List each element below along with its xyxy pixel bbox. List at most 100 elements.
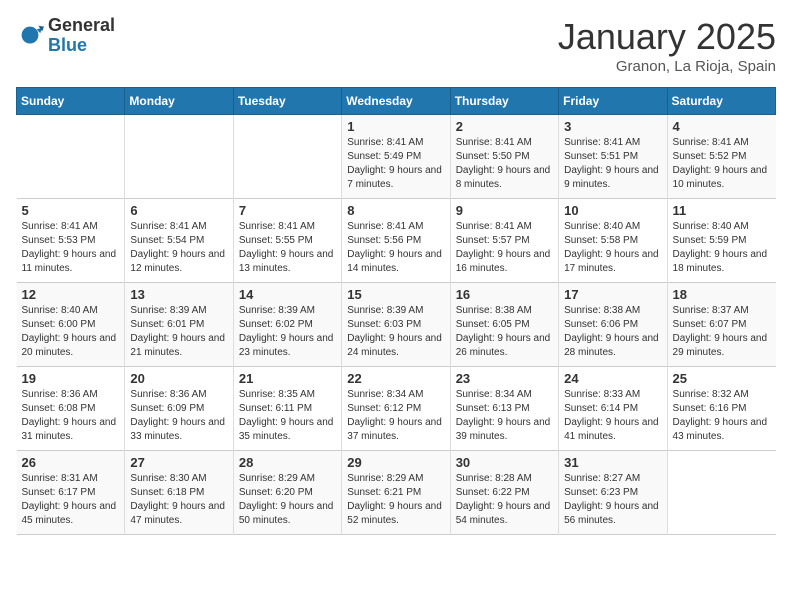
day-number: 4 (673, 119, 771, 134)
day-detail: Sunrise: 8:41 AM Sunset: 5:56 PM Dayligh… (347, 220, 444, 276)
calendar-cell: 24 Sunrise: 8:33 AM Sunset: 6:14 PM Dayli… (559, 367, 667, 451)
day-number: 15 (347, 287, 444, 302)
calendar-cell: 12 Sunrise: 8:40 AM Sunset: 6:00 PM Dayli… (17, 283, 125, 367)
day-detail: Sunrise: 8:41 AM Sunset: 5:50 PM Dayligh… (456, 136, 553, 192)
day-detail: Sunrise: 8:41 AM Sunset: 5:54 PM Dayligh… (130, 220, 227, 276)
day-detail: Sunrise: 8:37 AM Sunset: 6:07 PM Dayligh… (673, 304, 771, 360)
calendar-week-row: 19Sunrise: 8:36 AM Sunset: 6:08 PM Dayli… (17, 367, 776, 451)
day-detail: Sunrise: 8:33 AM Sunset: 6:14 PM Dayligh… (564, 388, 661, 444)
day-detail: Sunrise: 8:41 AM Sunset: 5:49 PM Dayligh… (347, 136, 444, 192)
calendar-cell: 19Sunrise: 8:36 AM Sunset: 6:08 PM Dayli… (17, 367, 125, 451)
calendar-cell: 13Sunrise: 8:39 AM Sunset: 6:01 PM Dayli… (125, 283, 233, 367)
calendar-cell: 26 Sunrise: 8:31 AM Sunset: 6:17 PM Dayli… (17, 451, 125, 535)
logo: General Blue (16, 16, 115, 56)
calendar-cell: 23 Sunrise: 8:34 AM Sunset: 6:13 PM Dayli… (450, 367, 558, 451)
day-detail: Sunrise: 8:40 AM Sunset: 5:59 PM Dayligh… (673, 220, 771, 276)
calendar-cell: 2 Sunrise: 8:41 AM Sunset: 5:50 PM Daylig… (450, 115, 558, 199)
calendar-week-row: 1 Sunrise: 8:41 AM Sunset: 5:49 PM Daylig… (17, 115, 776, 199)
day-number: 23 (456, 371, 553, 386)
day-number: 2 (456, 119, 553, 134)
calendar-cell: 17Sunrise: 8:38 AM Sunset: 6:06 PM Dayli… (559, 283, 667, 367)
day-number: 3 (564, 119, 661, 134)
day-detail: Sunrise: 8:41 AM Sunset: 5:52 PM Dayligh… (673, 136, 771, 192)
day-number: 9 (456, 203, 553, 218)
weekday-header: Wednesday (342, 88, 450, 115)
day-number: 22 (347, 371, 444, 386)
day-number: 6 (130, 203, 227, 218)
calendar-body: 1 Sunrise: 8:41 AM Sunset: 5:49 PM Daylig… (17, 115, 776, 535)
calendar-cell: 3 Sunrise: 8:41 AM Sunset: 5:51 PM Daylig… (559, 115, 667, 199)
day-number: 27 (130, 455, 227, 470)
day-number: 26 (22, 455, 120, 470)
calendar-cell: 29 Sunrise: 8:29 AM Sunset: 6:21 PM Dayli… (342, 451, 450, 535)
day-detail: Sunrise: 8:32 AM Sunset: 6:16 PM Dayligh… (673, 388, 771, 444)
calendar-cell: 8Sunrise: 8:41 AM Sunset: 5:56 PM Daylig… (342, 199, 450, 283)
day-detail: Sunrise: 8:36 AM Sunset: 6:09 PM Dayligh… (130, 388, 227, 444)
day-number: 5 (22, 203, 120, 218)
page-header: General Blue January 2025 Granon, La Rio… (16, 16, 776, 75)
day-detail: Sunrise: 8:35 AM Sunset: 6:11 PM Dayligh… (239, 388, 336, 444)
calendar-cell: 9 Sunrise: 8:41 AM Sunset: 5:57 PM Daylig… (450, 199, 558, 283)
logo-icon (16, 22, 44, 50)
day-number: 1 (347, 119, 444, 134)
day-number: 14 (239, 287, 336, 302)
day-detail: Sunrise: 8:41 AM Sunset: 5:53 PM Dayligh… (22, 220, 120, 276)
calendar-week-row: 5 Sunrise: 8:41 AM Sunset: 5:53 PM Daylig… (17, 199, 776, 283)
day-detail: Sunrise: 8:41 AM Sunset: 5:55 PM Dayligh… (239, 220, 336, 276)
day-detail: Sunrise: 8:31 AM Sunset: 6:17 PM Dayligh… (22, 472, 120, 528)
calendar-cell: 31 Sunrise: 8:27 AM Sunset: 6:23 PM Dayli… (559, 451, 667, 535)
day-detail: Sunrise: 8:40 AM Sunset: 6:00 PM Dayligh… (22, 304, 120, 360)
calendar-cell: 27 Sunrise: 8:30 AM Sunset: 6:18 PM Dayli… (125, 451, 233, 535)
day-number: 31 (564, 455, 661, 470)
title-block: January 2025 Granon, La Rioja, Spain (558, 16, 776, 75)
calendar-week-row: 26 Sunrise: 8:31 AM Sunset: 6:17 PM Dayli… (17, 451, 776, 535)
day-number: 29 (347, 455, 444, 470)
day-detail: Sunrise: 8:39 AM Sunset: 6:02 PM Dayligh… (239, 304, 336, 360)
day-number: 19 (22, 371, 120, 386)
day-detail: Sunrise: 8:39 AM Sunset: 6:03 PM Dayligh… (347, 304, 444, 360)
calendar-cell: 6 Sunrise: 8:41 AM Sunset: 5:54 PM Daylig… (125, 199, 233, 283)
weekday-header: Sunday (17, 88, 125, 115)
day-detail: Sunrise: 8:39 AM Sunset: 6:01 PM Dayligh… (130, 304, 227, 360)
day-detail: Sunrise: 8:38 AM Sunset: 6:06 PM Dayligh… (564, 304, 661, 360)
weekday-row: SundayMondayTuesdayWednesdayThursdayFrid… (17, 88, 776, 115)
calendar-cell: 28Sunrise: 8:29 AM Sunset: 6:20 PM Dayli… (233, 451, 341, 535)
day-detail: Sunrise: 8:34 AM Sunset: 6:12 PM Dayligh… (347, 388, 444, 444)
weekday-header: Tuesday (233, 88, 341, 115)
day-detail: Sunrise: 8:38 AM Sunset: 6:05 PM Dayligh… (456, 304, 553, 360)
calendar-cell: 21 Sunrise: 8:35 AM Sunset: 6:11 PM Dayli… (233, 367, 341, 451)
day-detail: Sunrise: 8:29 AM Sunset: 6:21 PM Dayligh… (347, 472, 444, 528)
day-number: 21 (239, 371, 336, 386)
calendar-cell: 20Sunrise: 8:36 AM Sunset: 6:09 PM Dayli… (125, 367, 233, 451)
day-detail: Sunrise: 8:29 AM Sunset: 6:20 PM Dayligh… (239, 472, 336, 528)
calendar-cell: 5 Sunrise: 8:41 AM Sunset: 5:53 PM Daylig… (17, 199, 125, 283)
calendar-cell: 18Sunrise: 8:37 AM Sunset: 6:07 PM Dayli… (667, 283, 775, 367)
day-number: 16 (456, 287, 553, 302)
location-text: Granon, La Rioja, Spain (558, 58, 776, 75)
day-detail: Sunrise: 8:41 AM Sunset: 5:57 PM Dayligh… (456, 220, 553, 276)
day-detail: Sunrise: 8:34 AM Sunset: 6:13 PM Dayligh… (456, 388, 553, 444)
day-number: 30 (456, 455, 553, 470)
calendar-cell: 1 Sunrise: 8:41 AM Sunset: 5:49 PM Daylig… (342, 115, 450, 199)
calendar-cell (17, 115, 125, 199)
day-number: 7 (239, 203, 336, 218)
weekday-header: Thursday (450, 88, 558, 115)
calendar-cell: 7 Sunrise: 8:41 AM Sunset: 5:55 PM Daylig… (233, 199, 341, 283)
calendar-cell (125, 115, 233, 199)
calendar-header: SundayMondayTuesdayWednesdayThursdayFrid… (17, 88, 776, 115)
day-number: 12 (22, 287, 120, 302)
calendar-cell (233, 115, 341, 199)
day-number: 10 (564, 203, 661, 218)
day-number: 11 (673, 203, 771, 218)
day-number: 25 (673, 371, 771, 386)
day-detail: Sunrise: 8:27 AM Sunset: 6:23 PM Dayligh… (564, 472, 661, 528)
calendar-cell: 14 Sunrise: 8:39 AM Sunset: 6:02 PM Dayli… (233, 283, 341, 367)
day-detail: Sunrise: 8:30 AM Sunset: 6:18 PM Dayligh… (130, 472, 227, 528)
calendar-cell (667, 451, 775, 535)
day-detail: Sunrise: 8:41 AM Sunset: 5:51 PM Dayligh… (564, 136, 661, 192)
calendar-cell: 10Sunrise: 8:40 AM Sunset: 5:58 PM Dayli… (559, 199, 667, 283)
logo-blue-text: Blue (48, 35, 87, 55)
calendar-cell: 30Sunrise: 8:28 AM Sunset: 6:22 PM Dayli… (450, 451, 558, 535)
day-number: 24 (564, 371, 661, 386)
weekday-header: Saturday (667, 88, 775, 115)
